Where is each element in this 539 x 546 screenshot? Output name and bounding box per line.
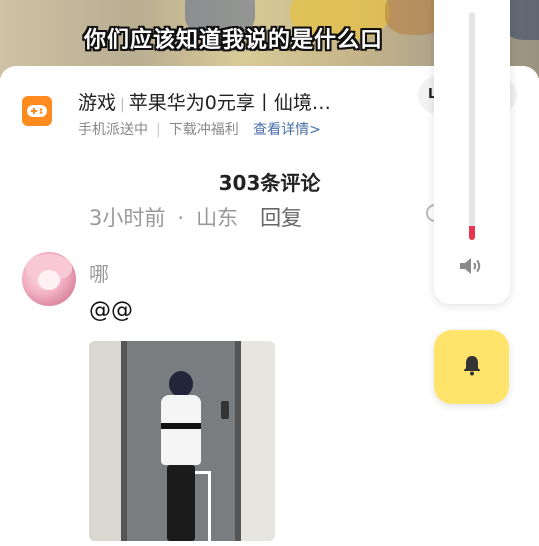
bell-icon (462, 354, 482, 380)
avatar-face-shape (38, 270, 60, 290)
volume-level-fill (469, 226, 475, 240)
volume-slider[interactable] (469, 12, 475, 240)
ad-details-link[interactable]: 查看详情> (253, 122, 321, 138)
notification-bell-button[interactable] (434, 330, 509, 404)
ad-sub-divider: | (156, 122, 161, 138)
comment-time: 3小时前 (89, 206, 166, 230)
ad-sub-b: 下载冲福利 (168, 122, 239, 138)
volume-panel (434, 0, 510, 304)
comment-username[interactable]: 哪 (89, 258, 109, 287)
ad-title[interactable]: 游戏 | 苹果华为0元享丨仙境… (78, 88, 331, 115)
photo-person-belt (161, 423, 201, 429)
video-subtitle: 你们应该知道我说的是什么口 (84, 28, 384, 53)
photo-door-handle (221, 401, 229, 419)
photo-person-legs (167, 465, 195, 541)
comment-text: @@ (89, 298, 133, 323)
speaker-icon[interactable] (458, 256, 486, 276)
ad-category: 游戏 (78, 92, 117, 114)
ad-sub-a: 手机派送中 (78, 122, 148, 138)
ad-headline: 苹果华为0元享丨仙境… (128, 92, 331, 114)
avatar[interactable] (22, 252, 76, 306)
meta-separator: · (177, 206, 185, 230)
photo-person (155, 371, 207, 541)
photo-person-dress (161, 395, 201, 465)
ad-title-divider: | (120, 97, 125, 113)
gamepad-icon[interactable] (22, 96, 52, 126)
comment-meta-row: 3小时前 · 山东 回复 (89, 202, 302, 232)
photo-person-head (169, 371, 193, 397)
comment-image[interactable] (89, 341, 275, 541)
reply-button[interactable]: 回复 (260, 206, 302, 230)
comment-location: 山东 (196, 206, 239, 230)
ad-subtitle: 手机派送中 | 下载冲福利 查看详情> (78, 119, 321, 139)
